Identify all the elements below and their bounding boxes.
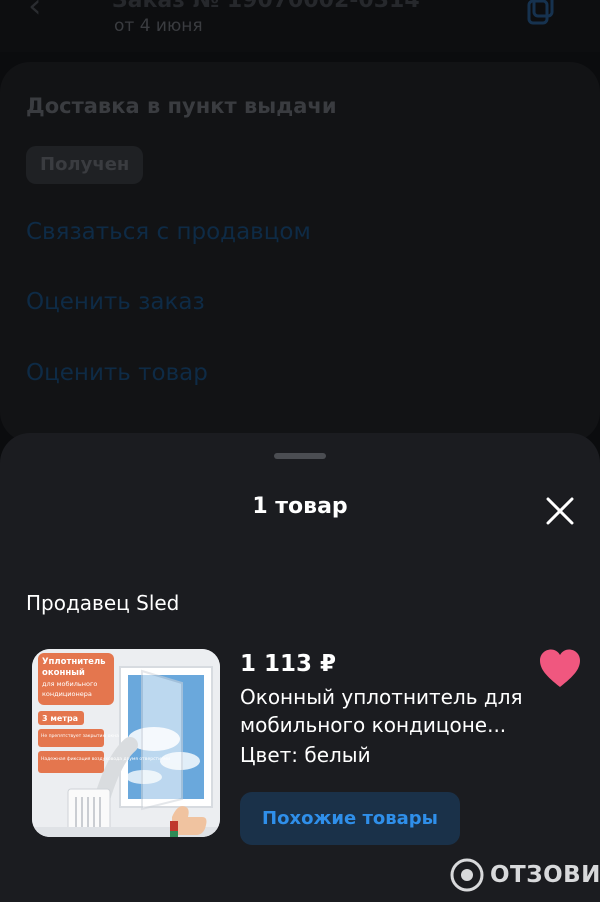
svg-text:Надежная фиксация воздуховода: Надежная фиксация воздуховода двумя отве… — [41, 756, 170, 762]
image-title-line-1: Уплотнитель — [42, 657, 106, 667]
contact-seller-link[interactable]: Связаться с продавцом — [26, 219, 311, 245]
seller-name[interactable]: Продавец Sled — [26, 591, 179, 615]
svg-text:Не препятствует закрытию окна: Не препятствует закрытию окна — [41, 733, 119, 739]
watermark-text: ОТЗОВИК — [490, 862, 600, 888]
items-bottom-sheet: 1 товар Продавец Sled Уплотнитель оконны… — [0, 433, 600, 902]
rate-order-link[interactable]: Оценить заказ — [26, 289, 205, 315]
image-title-line-3: для мобильного — [42, 680, 97, 688]
otzovik-logo-icon — [450, 858, 484, 892]
image-length-badge: 3 метра — [42, 714, 78, 723]
similar-products-button[interactable]: Похожие товары — [240, 792, 460, 845]
product-price: 1 113 ₽ — [240, 651, 337, 677]
copy-icon[interactable] — [526, 0, 556, 26]
close-icon[interactable] — [540, 491, 580, 531]
order-header: ‹ Заказ № 19070002-0314 от 4 июня — [0, 0, 600, 52]
order-number: Заказ № 19070002-0314 — [112, 0, 420, 13]
sheet-title: 1 товар — [252, 494, 348, 519]
order-date: от 4 июня — [114, 16, 203, 36]
product-color: Цвет: белый — [240, 743, 371, 767]
image-title-line-2: оконный — [42, 668, 85, 678]
image-title-line-4: кондиционера — [42, 690, 92, 698]
watermark: ОТЗОВИК — [450, 855, 600, 895]
heart-icon[interactable] — [538, 648, 582, 690]
image-feature-2: Надежная фиксация воздуховода двумя отве… — [41, 756, 170, 762]
product-name-line-1[interactable]: Оконный уплотнитель для — [240, 685, 523, 709]
status-badge: Получен — [26, 146, 144, 184]
back-arrow-icon[interactable]: ‹ — [28, 0, 58, 26]
image-feature-1: Не препятствует закрытию окна — [41, 733, 119, 739]
product-name-line-2[interactable]: мобильного кондицоне... — [240, 713, 506, 737]
product-image[interactable]: Уплотнитель оконный для мобильного конди… — [32, 649, 220, 837]
rate-product-link[interactable]: Оценить товар — [26, 360, 208, 386]
sheet-drag-handle[interactable] — [274, 453, 326, 459]
delivery-title: Доставка в пункт выдачи — [26, 94, 337, 118]
